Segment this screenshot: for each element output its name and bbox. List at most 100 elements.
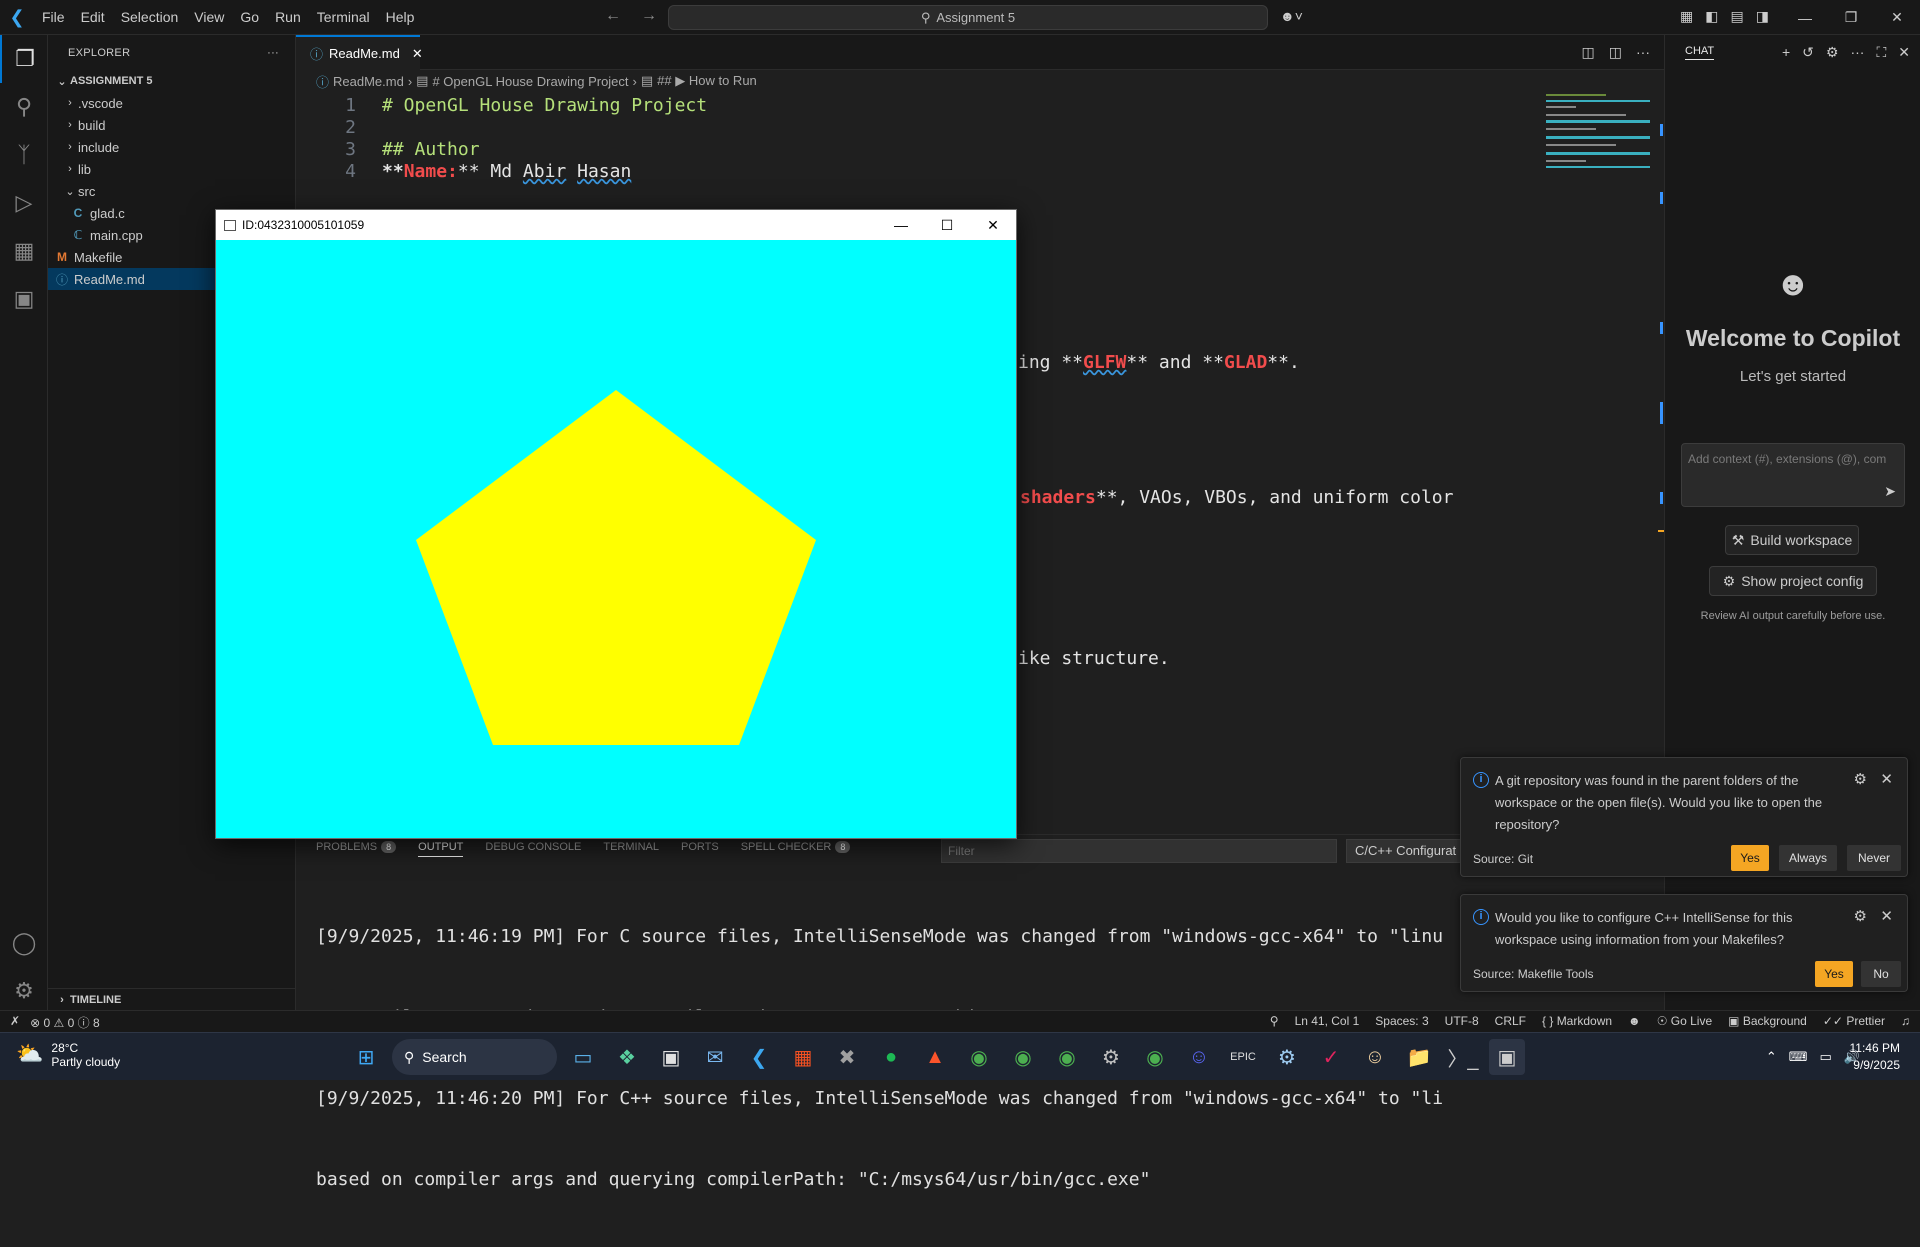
widgets-icon[interactable]: ❖: [609, 1039, 645, 1075]
forward-arrow-icon[interactable]: →: [641, 7, 657, 25]
office-icon[interactable]: ▦: [785, 1039, 821, 1075]
more-actions-icon[interactable]: ···: [1850, 44, 1864, 61]
show-project-config-button[interactable]: ⚙ Show project config: [1709, 566, 1877, 596]
background-status[interactable]: ▣ Background: [1728, 1014, 1807, 1028]
vscode-taskbar-icon[interactable]: ❮: [741, 1039, 777, 1075]
weather-widget[interactable]: ⛅ 28°C Partly cloudy: [16, 1041, 120, 1069]
toggle-sidebar-icon[interactable]: ◧: [1705, 8, 1718, 25]
layout-customize-icon[interactable]: ▦: [1680, 8, 1693, 25]
manage-gear-icon[interactable]: ⚙: [0, 967, 48, 1015]
minimize-icon[interactable]: —: [878, 210, 924, 240]
opengl-app-taskbar-icon[interactable]: ▣: [1489, 1039, 1525, 1075]
tree-item-src[interactable]: ⌄ src: [48, 180, 295, 202]
menu-file[interactable]: File: [34, 9, 73, 25]
tab-terminal[interactable]: TERMINAL: [603, 841, 659, 857]
mail-icon[interactable]: ✉: [697, 1039, 733, 1075]
toggle-secondary-sidebar-icon[interactable]: ◨: [1756, 8, 1769, 25]
clock[interactable]: 11:46 PM 9/9/2025: [1850, 1040, 1900, 1074]
output-channel-select[interactable]: C/C++ Configurat: [1346, 839, 1466, 863]
menu-go[interactable]: Go: [232, 9, 267, 25]
account-icon[interactable]: ◯: [0, 919, 48, 967]
close-icon[interactable]: ✕: [1880, 907, 1893, 925]
zoom-icon[interactable]: ⚲: [1270, 1014, 1279, 1028]
tree-item-lib[interactable]: › lib: [48, 158, 295, 180]
back-arrow-icon[interactable]: ←: [605, 7, 621, 25]
more-actions-icon[interactable]: ···: [267, 47, 279, 59]
close-icon[interactable]: ✕: [970, 210, 1016, 240]
settings-icon[interactable]: ⚙: [1093, 1039, 1129, 1075]
build-workspace-button[interactable]: ⚒ Build workspace: [1725, 525, 1859, 555]
store-icon[interactable]: ▣: [653, 1039, 689, 1075]
copilot-status-icon[interactable]: ☻: [1628, 1014, 1641, 1028]
split-editor-icon[interactable]: ◫: [1609, 44, 1622, 61]
app-icon[interactable]: ✓: [1313, 1039, 1349, 1075]
discord-icon[interactable]: ☺: [1181, 1039, 1217, 1075]
breadcrumb-item[interactable]: # OpenGL House Drawing Project: [432, 74, 628, 89]
windows-start-icon[interactable]: ⊞: [348, 1039, 384, 1075]
menu-edit[interactable]: Edit: [73, 9, 113, 25]
keyboard-icon[interactable]: ⌨: [1789, 1049, 1808, 1065]
epic-games-icon[interactable]: EPIC: [1225, 1039, 1261, 1075]
copilot-icon[interactable]: ☻˅: [1280, 8, 1303, 24]
gear-icon[interactable]: ⚙: [1854, 770, 1867, 788]
menu-run[interactable]: Run: [267, 9, 309, 25]
desktop-icon[interactable]: ▭: [565, 1039, 601, 1075]
tab-ports[interactable]: PORTS: [681, 841, 719, 857]
close-icon[interactable]: ✕: [1898, 44, 1910, 61]
opengl-window-titlebar[interactable]: ID:0432310005101059 — ☐ ✕: [216, 210, 1016, 240]
menu-view[interactable]: View: [186, 9, 232, 25]
close-icon[interactable]: ✕: [1880, 770, 1893, 788]
never-button[interactable]: Never: [1847, 845, 1901, 871]
network-icon[interactable]: ▭: [1820, 1049, 1832, 1065]
chrome-profile-2-icon[interactable]: ◉: [1049, 1039, 1085, 1075]
yes-button[interactable]: Yes: [1731, 845, 1769, 871]
tab-problems[interactable]: PROBLEMS 8: [316, 841, 397, 857]
output-filter-input[interactable]: Filter: [941, 839, 1337, 863]
tab-debug-console[interactable]: DEBUG CONSOLE: [485, 841, 581, 857]
close-icon[interactable]: ✕: [1874, 0, 1920, 35]
brave-icon[interactable]: ▲: [917, 1039, 953, 1075]
yes-button[interactable]: Yes: [1815, 961, 1853, 987]
chrome-profile-3-icon[interactable]: ◉: [1137, 1039, 1173, 1075]
menu-terminal[interactable]: Terminal: [309, 9, 378, 25]
timeline-section[interactable]: › TIMELINE: [48, 988, 296, 1010]
toggle-panel-icon[interactable]: ▤: [1730, 8, 1743, 25]
remote-icon[interactable]: ✗: [10, 1014, 20, 1031]
prettier-status[interactable]: ✓✓ Prettier: [1823, 1014, 1885, 1028]
source-control-icon[interactable]: ᛉ: [0, 131, 48, 179]
terminal-icon[interactable]: 〉_: [1445, 1039, 1481, 1075]
breadcrumb-item[interactable]: ReadMe.md: [333, 74, 404, 89]
more-actions-icon[interactable]: ···: [1636, 44, 1650, 61]
history-icon[interactable]: ↺: [1802, 44, 1814, 61]
problems-status[interactable]: ⊗ 0 ⚠ 0 ⓘ 8: [30, 1014, 100, 1031]
tab-readme[interactable]: ⓘ ReadMe.md ✕: [296, 35, 423, 70]
chrome-icon[interactable]: ◉: [961, 1039, 997, 1075]
breadcrumb-item[interactable]: ## ▶ How to Run: [657, 73, 757, 89]
minimize-icon[interactable]: —: [1782, 0, 1828, 35]
send-icon[interactable]: ➤: [1884, 483, 1896, 500]
indentation[interactable]: Spaces: 3: [1375, 1014, 1428, 1028]
language-mode[interactable]: { } Markdown: [1542, 1014, 1612, 1028]
maximize-icon[interactable]: ☐: [924, 210, 970, 240]
workspace-section[interactable]: ⌄ ASSIGNMENT 5: [48, 70, 295, 92]
maximize-icon[interactable]: ⛶: [1876, 44, 1886, 61]
run-debug-icon[interactable]: ▷: [0, 179, 48, 227]
chevron-up-icon[interactable]: ⌃: [1766, 1049, 1777, 1065]
no-button[interactable]: No: [1861, 961, 1901, 987]
taskbar-search[interactable]: ⚲ Search: [392, 1039, 557, 1075]
notifications-bell-icon[interactable]: ♫: [1901, 1014, 1910, 1028]
command-center[interactable]: ⚲ Assignment 5: [668, 5, 1268, 30]
tab-chat[interactable]: CHAT: [1685, 45, 1715, 60]
menu-help[interactable]: Help: [378, 9, 423, 25]
remote-explorer-icon[interactable]: ▣: [0, 275, 48, 323]
cursor-position[interactable]: Ln 41, Col 1: [1295, 1014, 1360, 1028]
close-tab-icon[interactable]: ✕: [412, 46, 423, 62]
extensions-icon[interactable]: ▦: [0, 227, 48, 275]
file-explorer-icon[interactable]: 📁: [1401, 1039, 1437, 1075]
photo-app-icon[interactable]: ☺: [1357, 1039, 1393, 1075]
tree-item-build[interactable]: › build: [48, 114, 295, 136]
tree-item-include[interactable]: › include: [48, 136, 295, 158]
xbox-icon[interactable]: ✖: [829, 1039, 865, 1075]
go-live[interactable]: ☉ Go Live: [1657, 1014, 1712, 1028]
explorer-icon[interactable]: ❐: [0, 35, 48, 83]
